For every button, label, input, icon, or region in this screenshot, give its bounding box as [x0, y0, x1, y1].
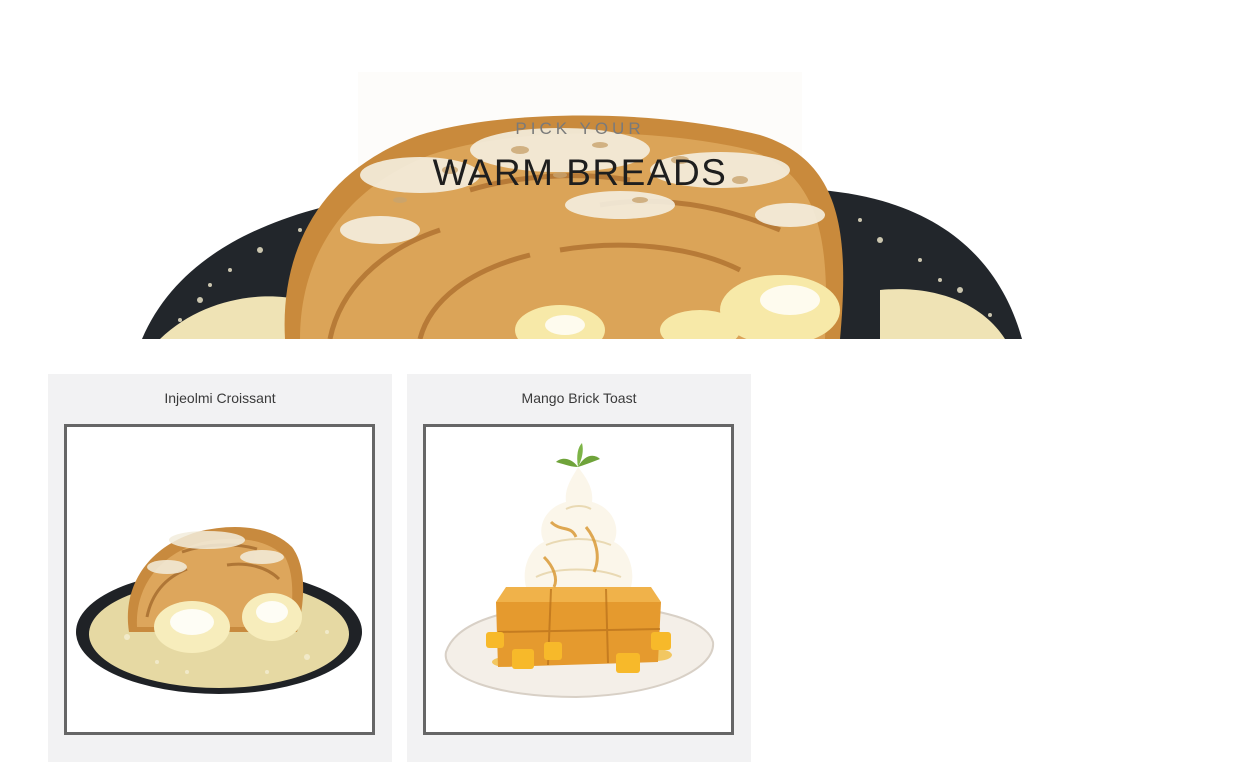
- product-image-frame[interactable]: [64, 424, 375, 735]
- croissant-photo: [76, 527, 362, 694]
- product-name[interactable]: Injeolmi Croissant: [48, 390, 392, 406]
- mango-toast-photo: [444, 443, 715, 699]
- product-image-frame[interactable]: [423, 424, 734, 735]
- hero-title: WARM BREADS: [432, 152, 728, 193]
- hero-banner: PICK YOUR WARM BREADS: [0, 0, 1241, 339]
- product-name[interactable]: Mango Brick Toast: [407, 390, 751, 406]
- product-card-mango-brick-toast[interactable]: Mango Brick Toast: [407, 374, 751, 762]
- hero-kicker: PICK YOUR: [515, 119, 645, 138]
- product-card-injeolmi-croissant[interactable]: Injeolmi Croissant: [48, 374, 392, 762]
